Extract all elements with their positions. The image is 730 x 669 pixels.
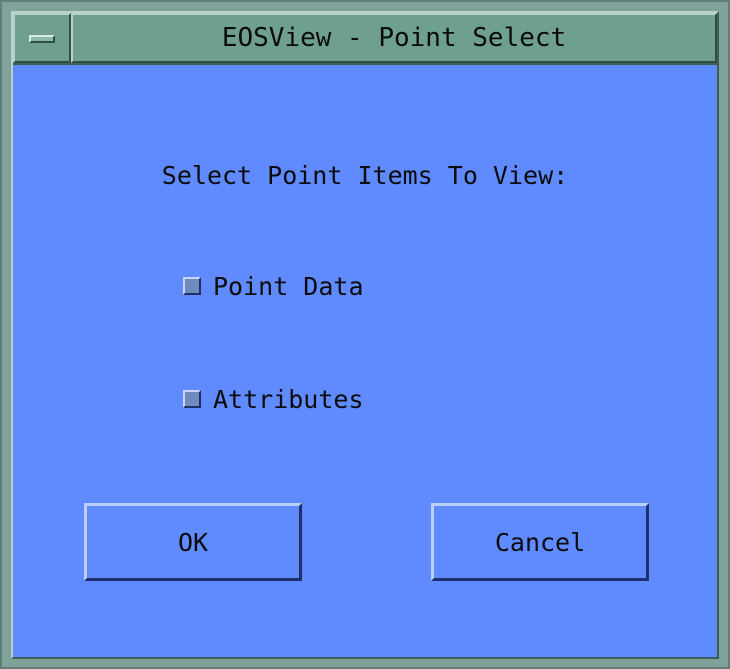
window-menu-icon [29,35,55,43]
attributes-checkbox[interactable] [183,390,201,408]
cancel-button[interactable]: Cancel [431,503,649,581]
select-prompt: Select Point Items To View: [161,161,569,190]
dialog-window: EOSView - Point Select Select Point Item… [0,0,730,669]
title-bar[interactable]: EOSView - Point Select [13,13,717,65]
window-frame: EOSView - Point Select Select Point Item… [11,11,719,659]
window-title: EOSView - Point Select [221,23,567,53]
point-data-label: Point Data [213,271,364,301]
attributes-toggle[interactable]: Attributes [183,381,364,417]
window-menu-button[interactable] [13,13,71,63]
attributes-label: Attributes [213,384,364,414]
point-data-toggle[interactable]: Point Data [183,268,364,304]
title-area[interactable]: EOSView - Point Select [71,13,717,63]
point-data-checkbox[interactable] [183,277,201,295]
dialog-content: Select Point Items To View: Point Data A… [13,65,717,657]
ok-button[interactable]: OK [84,503,302,581]
